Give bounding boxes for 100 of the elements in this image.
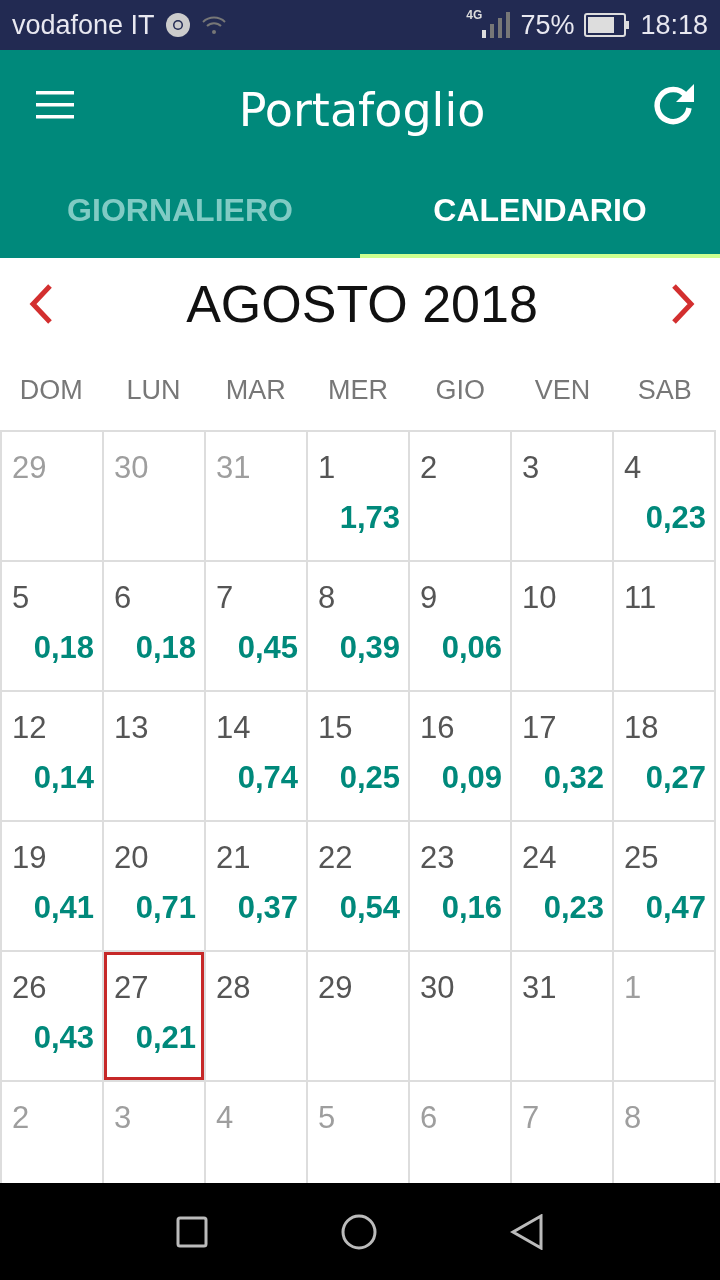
day-number: 30 xyxy=(114,450,149,486)
carrier-name: vodafone IT xyxy=(12,9,155,41)
day-cell[interactable]: 17 0,32 xyxy=(512,692,614,822)
day-value: 0,45 xyxy=(237,630,298,666)
day-cell[interactable]: 3 xyxy=(512,432,614,562)
day-number: 1 xyxy=(318,450,336,486)
day-value: 0,41 xyxy=(33,890,94,926)
day-value: 0,43 xyxy=(33,1020,94,1056)
day-cell[interactable]: 12 0,14 xyxy=(2,692,104,822)
weekday-label: SAB xyxy=(636,374,693,406)
day-number: 10 xyxy=(522,580,557,616)
day-value: 0,71 xyxy=(135,890,196,926)
day-cell[interactable]: 29 xyxy=(308,952,410,1082)
day-cell[interactable]: 14 0,74 xyxy=(206,692,308,822)
month-title: AGOSTO 2018 xyxy=(186,274,538,334)
day-number: 30 xyxy=(420,970,455,1006)
day-cell[interactable]: 20 0,71 xyxy=(104,822,206,952)
day-number: 9 xyxy=(420,580,438,616)
day-cell[interactable]: 26 0,43 xyxy=(2,952,104,1082)
day-number: 7 xyxy=(522,1100,540,1136)
day-number: 1 xyxy=(624,970,642,1006)
day-number: 16 xyxy=(420,710,455,746)
clock: 18:18 xyxy=(640,9,708,41)
day-number: 2 xyxy=(12,1100,30,1136)
day-cell[interactable]: 10 xyxy=(512,562,614,692)
day-cell[interactable]: 11 xyxy=(614,562,716,692)
day-cell[interactable]: 8 0,39 xyxy=(308,562,410,692)
day-number: 18 xyxy=(624,710,659,746)
day-value: 0,27 xyxy=(645,760,706,796)
day-cell[interactable]: 1 1,73 xyxy=(308,432,410,562)
day-cell[interactable]: 4 0,23 xyxy=(614,432,716,562)
day-value: 0,18 xyxy=(33,630,94,666)
day-cell[interactable]: 22 0,54 xyxy=(308,822,410,952)
day-value: 0,21 xyxy=(135,1020,196,1056)
weekday-label: MAR xyxy=(224,374,287,406)
day-value: 0,06 xyxy=(441,630,502,666)
day-value: 0,18 xyxy=(135,630,196,666)
day-value: 0,14 xyxy=(33,760,94,796)
day-number: 5 xyxy=(12,580,30,616)
day-cell[interactable]: 18 0,27 xyxy=(614,692,716,822)
day-value: 0,09 xyxy=(441,760,502,796)
wifi-icon xyxy=(200,14,227,36)
weekday-label: DOM xyxy=(18,374,84,406)
back-icon[interactable] xyxy=(509,1213,544,1250)
day-number: 29 xyxy=(12,450,47,486)
day-cell[interactable]: 19 0,41 xyxy=(2,822,104,952)
day-cell[interactable]: 23 0,16 xyxy=(410,822,512,952)
day-cell[interactable]: 28 xyxy=(206,952,308,1082)
signal-icon xyxy=(480,10,511,40)
day-cell[interactable]: 31 xyxy=(512,952,614,1082)
day-value: 0,39 xyxy=(339,630,400,666)
day-number: 24 xyxy=(522,840,557,876)
day-number: 12 xyxy=(12,710,47,746)
recents-icon[interactable] xyxy=(176,1215,209,1248)
battery-icon xyxy=(584,13,631,37)
chrome-icon xyxy=(164,12,191,38)
tab[interactable]: CALENDARIO xyxy=(360,160,720,258)
day-cell[interactable]: 27 0,21 xyxy=(104,952,206,1082)
network-type: 4G xyxy=(466,8,483,22)
day-cell[interactable]: 21 0,37 xyxy=(206,822,308,952)
day-number: 6 xyxy=(420,1100,438,1136)
day-value: 0,74 xyxy=(237,760,298,796)
day-cell[interactable]: 13 xyxy=(104,692,206,822)
day-number: 27 xyxy=(114,970,149,1006)
weekday-label: VEN xyxy=(533,374,592,406)
day-number: 4 xyxy=(216,1100,234,1136)
day-number: 2 xyxy=(420,450,438,486)
weekday-label: GIO xyxy=(434,374,487,406)
day-cell[interactable]: 7 0,45 xyxy=(206,562,308,692)
home-icon[interactable] xyxy=(341,1213,377,1250)
weekday-label: LUN xyxy=(125,374,182,406)
day-number: 22 xyxy=(318,840,353,876)
day-number: 14 xyxy=(216,710,251,746)
day-value: 0,32 xyxy=(543,760,604,796)
day-cell[interactable]: 9 0,06 xyxy=(410,562,512,692)
day-cell[interactable]: 25 0,47 xyxy=(614,822,716,952)
menu-icon[interactable] xyxy=(36,91,74,119)
previous-month-icon[interactable] xyxy=(28,283,54,325)
day-number: 5 xyxy=(318,1100,336,1136)
day-value: 0,47 xyxy=(645,890,706,926)
day-value: 0,25 xyxy=(339,760,400,796)
day-number: 20 xyxy=(114,840,149,876)
day-cell[interactable]: 5 0,18 xyxy=(2,562,104,692)
day-value: 0,23 xyxy=(645,500,706,536)
day-number: 26 xyxy=(12,970,47,1006)
day-cell[interactable]: 30 xyxy=(410,952,512,1082)
day-number: 19 xyxy=(12,840,47,876)
day-number: 31 xyxy=(216,450,251,486)
day-value: 0,16 xyxy=(441,890,502,926)
day-number: 3 xyxy=(522,450,540,486)
day-cell[interactable]: 24 0,23 xyxy=(512,822,614,952)
day-cell[interactable]: 16 0,09 xyxy=(410,692,512,822)
day-value: 0,37 xyxy=(237,890,298,926)
day-value: 1,73 xyxy=(339,500,400,536)
app-title: Portafoglio xyxy=(238,83,486,137)
day-number: 4 xyxy=(624,450,642,486)
next-month-icon[interactable] xyxy=(670,283,696,325)
day-cell[interactable]: 6 0,18 xyxy=(104,562,206,692)
day-cell[interactable]: 2 xyxy=(410,432,512,562)
day-cell[interactable]: 15 0,25 xyxy=(308,692,410,822)
